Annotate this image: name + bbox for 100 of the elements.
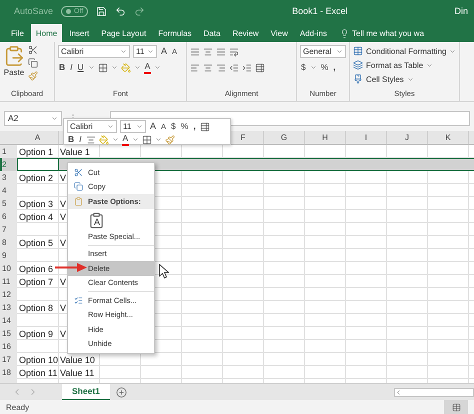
- row-header[interactable]: 3: [0, 171, 17, 184]
- ribbon-tab[interactable]: View: [266, 24, 293, 42]
- grow-font-button[interactable]: A: [149, 121, 158, 132]
- column-header[interactable]: A: [17, 131, 59, 144]
- number-format-select[interactable]: General: [300, 45, 346, 58]
- table-cell: Option 6: [19, 264, 54, 274]
- caret-icon: [155, 136, 162, 143]
- borders-icon: [98, 62, 108, 72]
- align-top-icon: [190, 46, 200, 56]
- font-size-select[interactable]: 11: [120, 120, 146, 133]
- ribbon-tab[interactable]: File: [6, 24, 29, 42]
- row-header[interactable]: 5: [0, 197, 17, 210]
- currency-button[interactable]: $: [300, 62, 307, 73]
- font-color-button[interactable]: A: [144, 61, 152, 74]
- clipboard-icon: [74, 197, 82, 206]
- clipboard-icon: [88, 212, 105, 229]
- bold-button[interactable]: B: [67, 134, 76, 145]
- underline-button[interactable]: U: [76, 62, 85, 73]
- column-header[interactable]: G: [264, 131, 305, 144]
- align-center-icon: [86, 134, 96, 144]
- table-cell: Option 4: [19, 212, 54, 222]
- table-cell: V: [60, 198, 66, 208]
- borders-icon: [142, 134, 152, 144]
- row-header[interactable]: 4: [0, 184, 17, 197]
- column-header[interactable]: I: [346, 131, 387, 144]
- ribbon-tab[interactable]: Page Layout: [96, 24, 152, 42]
- font-name-select[interactable]: Calibri: [58, 45, 130, 58]
- status-text: Ready: [6, 402, 30, 412]
- tell-me-field[interactable]: Tell me what you wa: [340, 24, 424, 42]
- row-header[interactable]: 18: [0, 366, 17, 379]
- ribbon-tab[interactable]: Add-ins: [294, 24, 332, 42]
- row-header[interactable]: 10: [0, 262, 17, 275]
- row-header[interactable]: 16: [0, 340, 17, 353]
- font-size-select[interactable]: 11: [133, 45, 157, 58]
- user-name: Din: [454, 6, 468, 16]
- column-header[interactable]: J: [387, 131, 428, 144]
- horizontal-scrollbar[interactable]: [394, 388, 474, 396]
- row-header[interactable]: 8: [0, 236, 17, 249]
- row-header[interactable]: 14: [0, 314, 17, 327]
- style-icon: [353, 74, 363, 84]
- table-cell: V: [60, 238, 66, 248]
- italic-button[interactable]: I: [69, 62, 74, 73]
- copy-icon: [28, 58, 38, 68]
- table-cell: V: [60, 212, 66, 222]
- paste-option-button[interactable]: A: [88, 209, 106, 229]
- ribbon-tab[interactable]: Insert: [64, 24, 94, 42]
- column-header[interactable]: H: [305, 131, 346, 144]
- comma-style-button[interactable]: ,: [332, 62, 337, 73]
- styles-button[interactable]: Cell Styles: [353, 73, 456, 85]
- ribbon-tab[interactable]: Formulas: [153, 24, 197, 42]
- table-cell: Value 11: [60, 368, 94, 378]
- comma-style-button[interactable]: ,: [192, 121, 197, 132]
- format-painter-icon: [28, 71, 38, 81]
- align-center-icon: [203, 62, 213, 72]
- table-cell: Option 10: [19, 354, 58, 364]
- row-header[interactable]: 13: [0, 301, 17, 314]
- menu-icon: [74, 296, 82, 305]
- undo-icon: [115, 6, 126, 16]
- percent-button[interactable]: %: [180, 121, 190, 132]
- row-header[interactable]: 9: [0, 249, 17, 262]
- table-cell: V: [60, 276, 66, 286]
- row-header[interactable]: 7: [0, 223, 17, 236]
- caret-icon: [51, 114, 58, 122]
- caret-icon: [336, 48, 343, 55]
- ribbon-tab[interactable]: Review: [227, 24, 264, 42]
- normal-view-button[interactable]: [444, 400, 468, 414]
- row-header[interactable]: 1: [0, 145, 17, 158]
- styles-button[interactable]: Format as Table: [353, 59, 456, 71]
- font-color-button[interactable]: A: [122, 133, 130, 146]
- row-header[interactable]: 11: [0, 275, 17, 288]
- italic-button[interactable]: I: [78, 134, 83, 145]
- paste-button[interactable]: Paste: [3, 45, 25, 89]
- autosave-label: AutoSave: [14, 6, 54, 16]
- redo-icon: [134, 6, 146, 16]
- caret-icon: [310, 64, 317, 71]
- row-header[interactable]: 12: [0, 288, 17, 301]
- row-header[interactable]: 6: [0, 210, 17, 223]
- active-cell[interactable]: [17, 158, 59, 171]
- percent-button[interactable]: %: [320, 62, 330, 73]
- row-header[interactable]: 15: [0, 327, 17, 340]
- font-name-select[interactable]: Calibri: [67, 120, 117, 133]
- merge-icon: [255, 62, 265, 72]
- styles-button[interactable]: Conditional Formatting: [353, 45, 456, 57]
- ribbon-tab[interactable]: Data: [198, 24, 226, 42]
- table-cell: Option 9: [19, 328, 54, 338]
- grow-font-button[interactable]: A: [160, 46, 168, 57]
- caret-icon: [426, 62, 434, 68]
- table-cell: Value 10: [60, 354, 95, 364]
- currency-button[interactable]: $: [170, 121, 177, 132]
- table-cell: Option 1: [19, 146, 54, 156]
- table-cell: Option 5: [19, 238, 54, 248]
- sheet-tab[interactable]: Sheet1: [62, 384, 110, 400]
- bold-button[interactable]: B: [58, 62, 66, 73]
- column-header[interactable]: K: [428, 131, 469, 144]
- row-header[interactable]: 2: [0, 158, 17, 171]
- lightbulb-icon: [340, 28, 349, 38]
- ribbon-tab[interactable]: Home: [30, 24, 62, 42]
- name-box[interactable]: A2: [4, 110, 62, 126]
- caret-icon: [134, 64, 141, 71]
- row-header[interactable]: 17: [0, 353, 17, 366]
